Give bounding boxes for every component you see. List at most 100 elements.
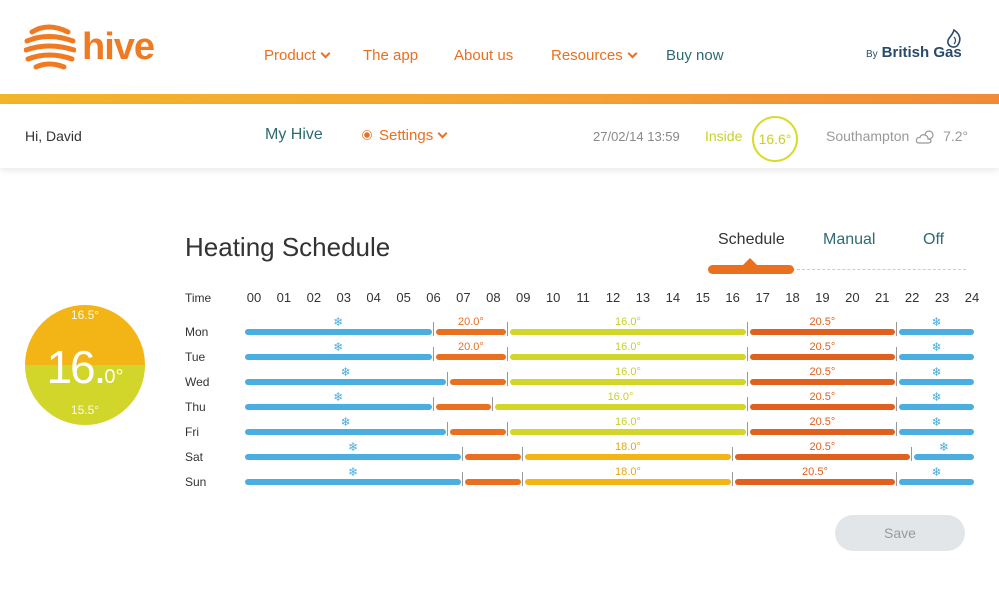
- segment-drag-handle[interactable]: [731, 472, 733, 486]
- segment-drag-handle[interactable]: [746, 397, 748, 411]
- day-label: Thu: [185, 400, 206, 414]
- schedule-segment[interactable]: [465, 479, 522, 485]
- hour-tick-label: 15: [695, 290, 710, 305]
- nav-the-app[interactable]: The app: [363, 47, 418, 64]
- chevron-down-icon: [627, 48, 638, 59]
- segment-drag-handle[interactable]: [746, 372, 748, 386]
- schedule-segment[interactable]: [450, 429, 507, 435]
- schedule-segment[interactable]: [465, 454, 522, 460]
- hour-tick-label: 04: [366, 290, 381, 305]
- schedule-segment[interactable]: [245, 429, 447, 435]
- hive-logo[interactable]: hive: [24, 22, 174, 72]
- tab-manual[interactable]: Manual: [823, 231, 875, 249]
- segment-drag-handle[interactable]: [746, 322, 748, 336]
- inside-temperature: 16.6°: [752, 116, 798, 162]
- segment-drag-handle[interactable]: [896, 372, 898, 386]
- save-button[interactable]: Save: [835, 515, 965, 551]
- hour-tick-label: 09: [516, 290, 531, 305]
- schedule-segment[interactable]: [510, 379, 746, 385]
- thermostat-dial[interactable]: 16.5° 16.0° 15.5°: [25, 305, 145, 425]
- schedule-segment[interactable]: [245, 479, 462, 485]
- hour-tick-label: 22: [904, 290, 920, 305]
- schedule-segment[interactable]: [899, 429, 974, 435]
- schedule-segment[interactable]: [245, 404, 432, 410]
- schedule-segment[interactable]: [245, 354, 432, 360]
- segment-drag-handle[interactable]: [507, 372, 509, 386]
- tab-off[interactable]: Off: [923, 231, 944, 249]
- segment-temperature: 16.0°: [615, 366, 641, 378]
- nav-buy-now[interactable]: Buy now: [666, 47, 724, 64]
- schedule-segment[interactable]: [734, 479, 896, 485]
- segment-drag-handle[interactable]: [896, 347, 898, 361]
- schedule-segment[interactable]: [435, 354, 507, 360]
- segment-drag-handle[interactable]: [911, 447, 913, 461]
- nav-resources[interactable]: Resources: [551, 47, 638, 64]
- segment-drag-handle[interactable]: [522, 447, 524, 461]
- segment-drag-handle[interactable]: [507, 422, 509, 436]
- schedule-segment[interactable]: [749, 404, 896, 410]
- nav-about-us[interactable]: About us: [454, 47, 513, 64]
- schedule-segment[interactable]: [525, 454, 731, 460]
- my-hive-link[interactable]: My Hive: [265, 126, 323, 144]
- nav-product[interactable]: Product: [264, 47, 331, 64]
- hive-logo-icon: [24, 24, 76, 70]
- segment-drag-handle[interactable]: [746, 347, 748, 361]
- tab-schedule[interactable]: Schedule: [718, 231, 785, 249]
- schedule-segment[interactable]: [749, 354, 896, 360]
- segment-drag-handle[interactable]: [896, 397, 898, 411]
- segment-drag-handle[interactable]: [432, 347, 434, 361]
- segment-drag-handle[interactable]: [746, 422, 748, 436]
- schedule-segment[interactable]: [450, 379, 507, 385]
- segment-drag-handle[interactable]: [447, 372, 449, 386]
- hour-tick-label: 24: [964, 290, 980, 305]
- segment-drag-handle[interactable]: [462, 447, 464, 461]
- settings-menu[interactable]: Settings: [363, 127, 448, 144]
- schedule-segment[interactable]: [899, 329, 974, 335]
- schedule-segment[interactable]: [245, 454, 462, 460]
- segment-drag-handle[interactable]: [462, 472, 464, 486]
- segment-temperature: 20.0°: [457, 316, 484, 328]
- schedule-segment[interactable]: [899, 379, 974, 385]
- schedule-segment[interactable]: [734, 454, 911, 460]
- lower-target: 15.5°: [70, 403, 100, 417]
- schedule-segment[interactable]: [495, 404, 746, 410]
- segment-drag-handle[interactable]: [432, 322, 434, 336]
- snowflake-icon: ❄: [931, 415, 942, 429]
- schedule-segment[interactable]: [435, 329, 507, 335]
- upper-target: 16.5°: [70, 308, 100, 322]
- schedule-segment[interactable]: [525, 479, 731, 485]
- hour-tick-label: 16: [725, 290, 740, 305]
- schedule-segment[interactable]: [899, 479, 974, 485]
- segment-drag-handle[interactable]: [507, 347, 509, 361]
- schedule-segment[interactable]: [749, 329, 896, 335]
- segment-drag-handle[interactable]: [507, 322, 509, 336]
- segment-drag-handle[interactable]: [896, 472, 898, 486]
- snowflake-icon: ❄: [333, 390, 344, 404]
- schedule-segment[interactable]: [749, 379, 896, 385]
- schedule-segment[interactable]: [510, 354, 746, 360]
- snowflake-icon: ❄: [931, 315, 942, 329]
- day-label: Tue: [185, 350, 206, 364]
- schedule-segment[interactable]: [914, 454, 974, 460]
- partner-by: By: [866, 49, 878, 60]
- segment-drag-handle[interactable]: [447, 422, 449, 436]
- segment-temperature: 18.0°: [615, 441, 641, 453]
- segment-drag-handle[interactable]: [432, 397, 434, 411]
- schedule-segment[interactable]: [510, 429, 746, 435]
- british-gas-logo[interactable]: By British Gas: [866, 29, 962, 62]
- segment-drag-handle[interactable]: [731, 447, 733, 461]
- segment-temperature: 20.5°: [809, 341, 836, 353]
- segment-temperature: 18.0°: [615, 466, 641, 478]
- schedule-segment[interactable]: [749, 429, 896, 435]
- schedule-segment[interactable]: [899, 354, 974, 360]
- segment-drag-handle[interactable]: [896, 322, 898, 336]
- snowflake-icon: ❄: [931, 465, 942, 479]
- schedule-segment[interactable]: [245, 379, 447, 385]
- schedule-segment[interactable]: [245, 329, 432, 335]
- segment-drag-handle[interactable]: [896, 422, 898, 436]
- schedule-segment[interactable]: [435, 404, 492, 410]
- schedule-segment[interactable]: [510, 329, 746, 335]
- segment-drag-handle[interactable]: [492, 397, 494, 411]
- segment-drag-handle[interactable]: [522, 472, 524, 486]
- schedule-segment[interactable]: [899, 404, 974, 410]
